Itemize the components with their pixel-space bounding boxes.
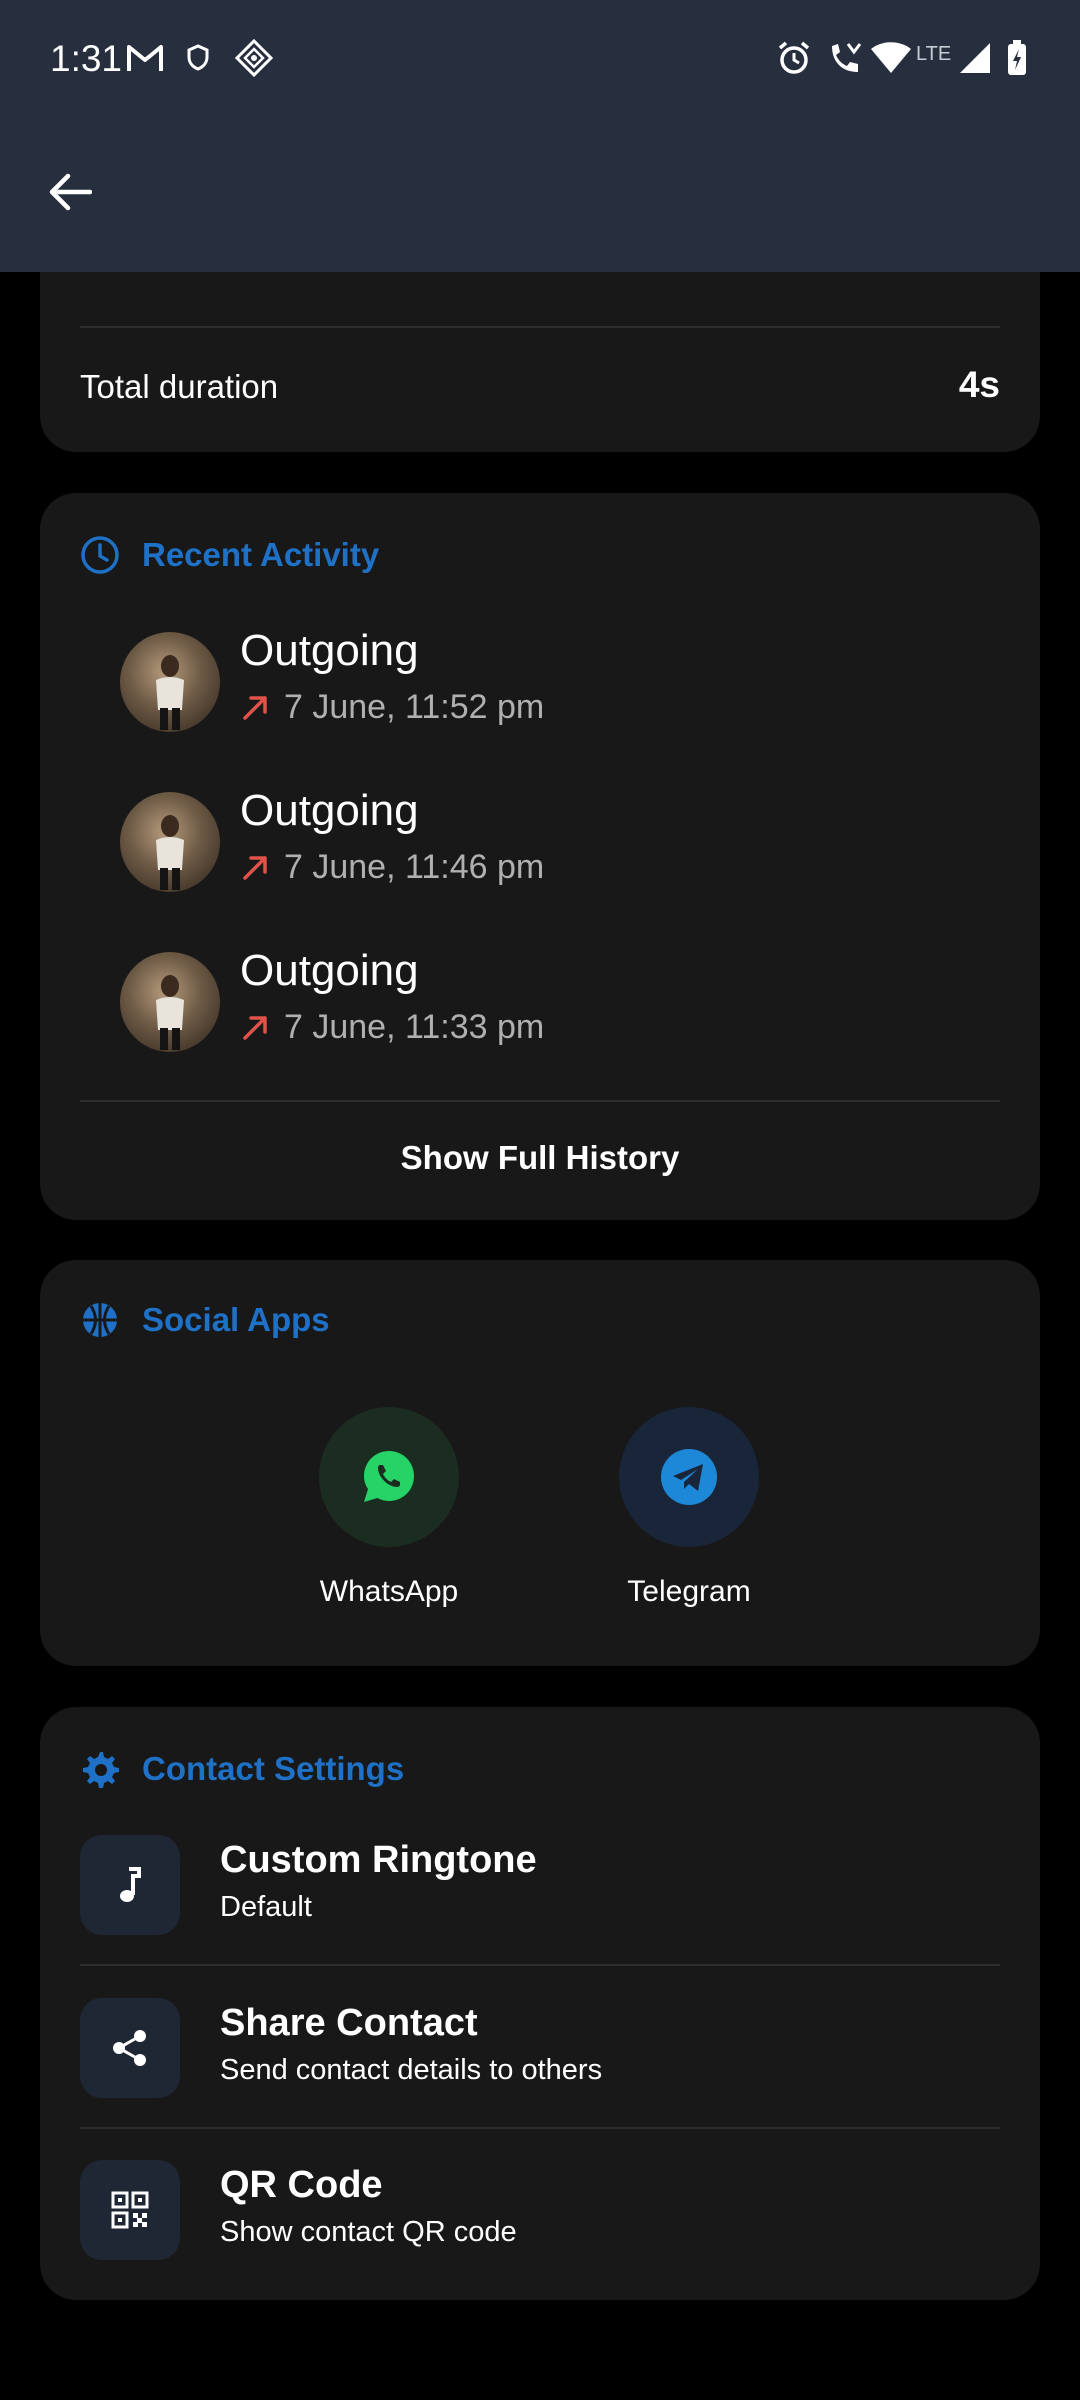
music-note-icon: [120, 1867, 141, 1902]
activity-time: 7 June, 11:46 pm: [284, 848, 545, 886]
clock-icon: [81, 536, 119, 574]
contact-settings-header: Contact Settings: [80, 1749, 404, 1789]
show-full-history-button[interactable]: Show Full History: [40, 1139, 1040, 1177]
activity-item[interactable]: Outgoing 7 June, 11:33 pm: [120, 946, 980, 1056]
contact-settings-title: Contact Settings: [142, 1750, 405, 1787]
shield-icon: [186, 38, 210, 78]
battery-charging-icon: [1006, 38, 1028, 78]
status-time: 1:31: [50, 38, 123, 79]
share-icon-container: [80, 1998, 180, 2098]
arrow-left-icon: [49, 173, 92, 211]
divider: [80, 1964, 1000, 1966]
wifi-calling-icon: [826, 38, 864, 78]
status-bar: 1:31 LTE: [0, 0, 1080, 120]
setting-title: QR Code: [220, 2164, 383, 2206]
avatar: [120, 952, 220, 1052]
apps-globe-icon: [83, 1303, 117, 1337]
alarm-icon: [776, 38, 812, 78]
social-apps-header: Social Apps: [80, 1300, 330, 1340]
setting-subtitle: Send contact details to others: [220, 2054, 603, 2086]
setting-title: Custom Ringtone: [220, 1839, 537, 1881]
recent-activity-header: Recent Activity: [80, 535, 379, 575]
total-duration-value: 4s: [958, 364, 1000, 405]
total-duration-label: Total duration: [80, 368, 279, 405]
whatsapp-label: WhatsApp: [319, 1575, 459, 1608]
activity-title: Outgoing: [240, 946, 419, 995]
activity-subtitle: 7 June, 11:46 pm: [240, 848, 544, 887]
diamond-app-icon: [234, 38, 274, 78]
contact-settings-card: Contact Settings Custom Ringtone Default…: [40, 1707, 1040, 2300]
setting-subtitle: Show contact QR code: [220, 2216, 517, 2248]
recent-activity-title: Recent Activity: [142, 536, 380, 573]
telegram-app-button[interactable]: Telegram: [589, 1407, 789, 1609]
gmail-icon: [126, 38, 164, 78]
qr-icon-container: [80, 2160, 180, 2260]
divider: [80, 326, 1000, 328]
gear-icon: [83, 1752, 119, 1788]
activity-subtitle: 7 June, 11:33 pm: [240, 1008, 544, 1047]
whatsapp-icon: [364, 1451, 414, 1502]
top-app-bar: 1:31 LTE: [0, 0, 1080, 272]
telegram-label: Telegram: [627, 1575, 751, 1608]
activity-item[interactable]: Outgoing 7 June, 11:52 pm: [120, 626, 980, 736]
signal-icon: [958, 38, 992, 78]
divider: [80, 2127, 1000, 2129]
share-icon: [113, 2030, 146, 2066]
whatsapp-icon-container: [319, 1407, 459, 1547]
activity-title: Outgoing: [240, 786, 419, 835]
setting-title: Share Contact: [220, 2002, 478, 2044]
social-apps-title: Social Apps: [142, 1301, 330, 1338]
activity-subtitle: 7 June, 11:52 pm: [240, 688, 544, 727]
setting-subtitle: Default: [220, 1891, 312, 1923]
activity-time: 7 June, 11:52 pm: [284, 688, 545, 726]
qr-code-icon: [111, 2191, 149, 2229]
custom-ringtone-row[interactable]: Custom Ringtone Default: [80, 1835, 1000, 1945]
music-note-icon-container: [80, 1835, 180, 1935]
wifi-icon: [870, 38, 912, 78]
telegram-icon: [661, 1449, 717, 1505]
avatar: [120, 632, 220, 732]
outgoing-arrow-icon: [243, 695, 267, 720]
telegram-icon-container: [619, 1407, 759, 1547]
qr-code-row[interactable]: QR Code Show contact QR code: [80, 2160, 1000, 2270]
activity-item[interactable]: Outgoing 7 June, 11:46 pm: [120, 786, 980, 896]
outgoing-arrow-icon: [243, 1015, 267, 1040]
divider: [80, 1100, 1000, 1102]
back-button[interactable]: [40, 162, 100, 222]
recent-activity-card: Recent Activity Outgoing 7 June, 11:52 p…: [40, 493, 1040, 1220]
activity-title: Outgoing: [240, 626, 419, 675]
network-type: LTE: [916, 42, 952, 65]
share-contact-row[interactable]: Share Contact Send contact details to ot…: [80, 1998, 1000, 2108]
avatar: [120, 792, 220, 892]
outgoing-arrow-icon: [243, 855, 267, 880]
social-apps-card: Social Apps WhatsApp Telegram: [40, 1260, 1040, 1666]
whatsapp-app-button[interactable]: WhatsApp: [289, 1407, 489, 1609]
activity-time: 7 June, 11:33 pm: [284, 1008, 545, 1046]
